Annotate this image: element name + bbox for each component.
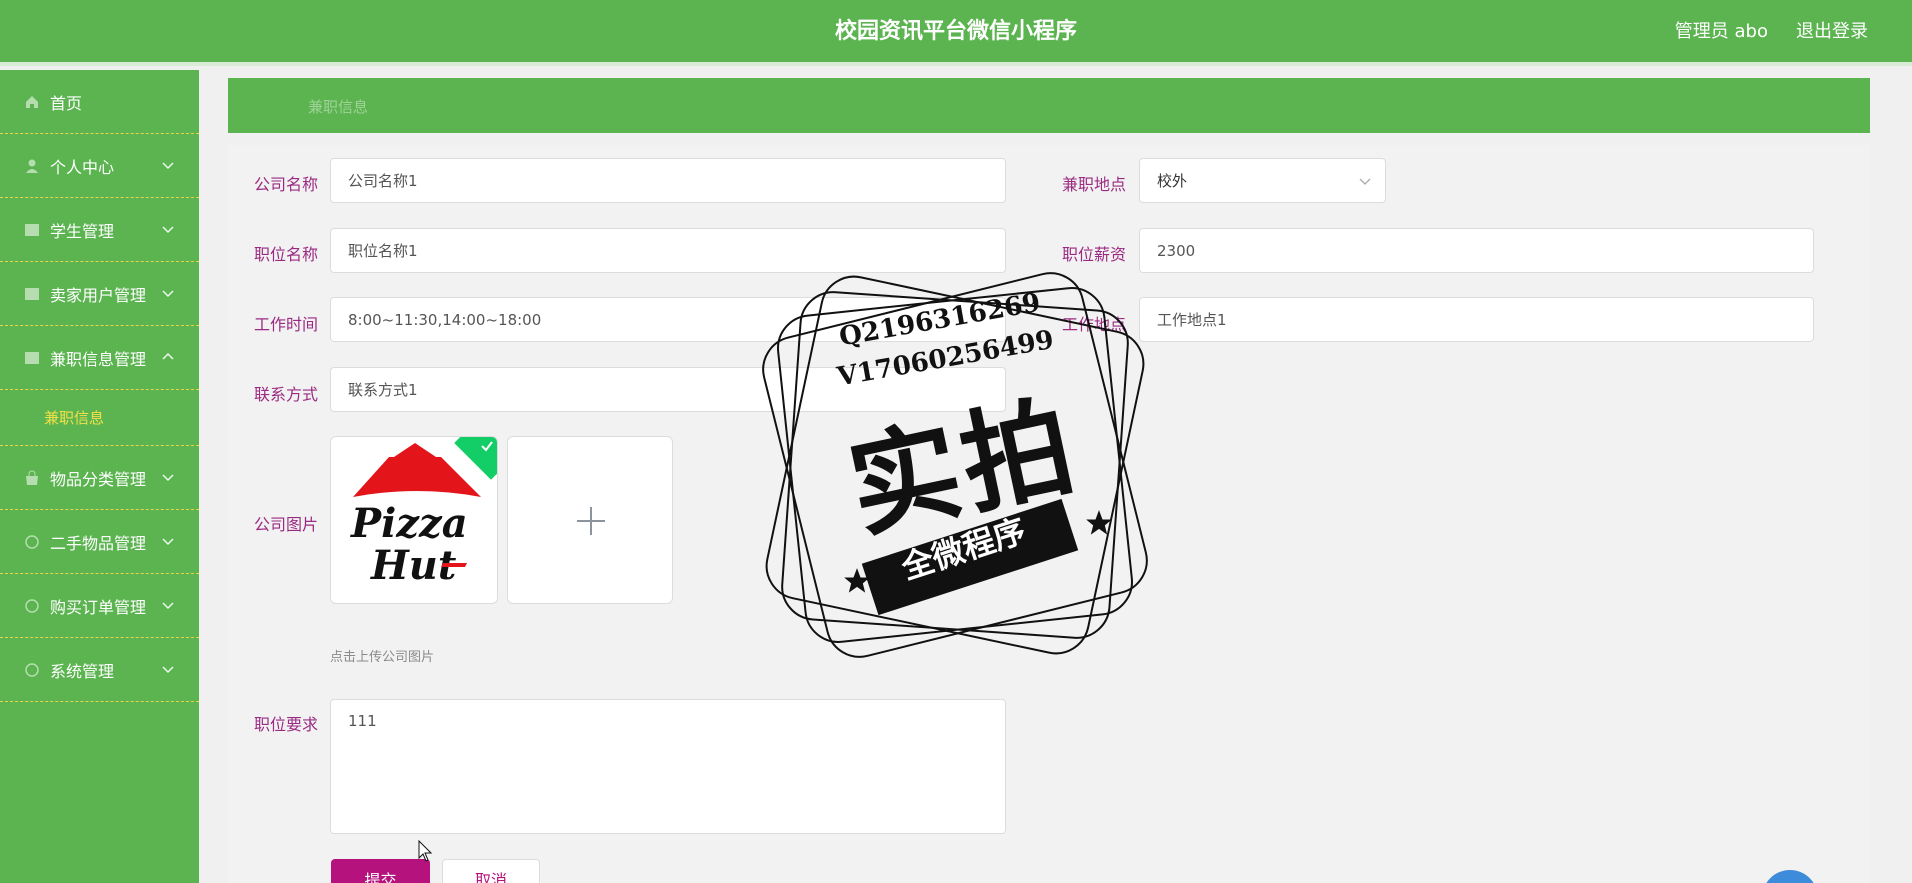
user-icon [24, 158, 40, 174]
work-time-input[interactable]: 8:00~11:30,14:00~18:00 [330, 297, 1006, 342]
chevron-down-icon [162, 474, 174, 482]
location-select[interactable]: 校外 [1139, 158, 1386, 203]
sidebar-item-sellers[interactable]: 卖家用户管理 [0, 262, 199, 326]
sidebar-item-home[interactable]: 首页 [0, 70, 199, 134]
location-selected-value: 校外 [1157, 172, 1188, 190]
salary-label: 职位薪资 [1062, 245, 1127, 264]
circle-icon [24, 534, 40, 550]
company-name-label: 公司名称 [254, 175, 319, 194]
grid-icon [24, 222, 40, 238]
position-name-label: 职位名称 [254, 245, 319, 264]
cancel-button[interactable]: 取消 [442, 859, 540, 883]
chevron-down-icon [162, 666, 174, 674]
sidebar-item-students[interactable]: 学生管理 [0, 198, 199, 262]
mouse-cursor-icon [418, 840, 432, 862]
salary-input[interactable]: 2300 [1139, 228, 1814, 273]
upload-hint: 点击上传公司图片 [330, 650, 435, 665]
sidebar-item-secondhand[interactable]: 二手物品管理 [0, 510, 199, 574]
sidebar-item-system[interactable]: 系统管理 [0, 638, 199, 702]
breadcrumb: 兼职信息 [228, 78, 1870, 133]
work-place-label: 工作地点 [1062, 315, 1127, 334]
sidebar-item-parttime[interactable]: 兼职信息管理 [0, 326, 199, 390]
current-user: 管理员 abo [1674, 21, 1768, 42]
sidebar-item-categories[interactable]: 物品分类管理 [0, 446, 199, 510]
company-image-label: 公司图片 [254, 515, 319, 534]
submit-button[interactable]: 提交 [331, 859, 430, 883]
chevron-up-icon [162, 352, 174, 360]
grid-icon [24, 350, 40, 366]
requirements-textarea[interactable]: 111 [330, 699, 1006, 834]
circle-icon [24, 598, 40, 614]
sidebar-item-label: 学生管理 [50, 221, 115, 241]
company-image-thumbnail[interactable]: Pizza Hut [330, 436, 498, 604]
home-icon [24, 94, 40, 110]
sidebar-subitem-parttime-info[interactable]: 兼职信息 [0, 390, 199, 446]
chevron-down-icon [162, 290, 174, 298]
chevron-down-icon [1359, 178, 1371, 185]
sidebar-item-label: 购买订单管理 [50, 597, 147, 617]
top-header: 校园资讯平台微信小程序 管理员 abo 退出登录 [0, 0, 1912, 66]
sidebar-item-orders[interactable]: 购买订单管理 [0, 574, 199, 638]
grid-icon [24, 286, 40, 302]
sidebar-item-personal-center[interactable]: 个人中心 [0, 134, 199, 198]
work-place-input[interactable]: 工作地点1 [1139, 297, 1814, 342]
chevron-down-icon [162, 162, 174, 170]
contact-input[interactable]: 联系方式1 [330, 367, 1006, 412]
check-icon [481, 441, 493, 452]
requirements-label: 职位要求 [254, 715, 319, 734]
company-name-input[interactable]: 公司名称1 [330, 158, 1006, 203]
sidebar-item-label: 兼职信息管理 [50, 349, 147, 369]
chevron-down-icon [162, 538, 174, 546]
circle-icon [24, 662, 40, 678]
sidebar-item-label: 二手物品管理 [50, 533, 147, 553]
contact-label: 联系方式 [254, 385, 319, 404]
chevron-down-icon [162, 602, 174, 610]
sidebar-item-label: 卖家用户管理 [50, 285, 147, 305]
position-name-input[interactable]: 职位名称1 [330, 228, 1006, 273]
sidebar-item-label: 首页 [50, 93, 83, 113]
plus-icon [577, 507, 605, 535]
logout-link[interactable]: 退出登录 [1796, 0, 1868, 64]
sidebar: 首页 个人中心 学生管理 卖家用户管理 兼职信息管理 兼职信息 物品分类管理 二… [0, 70, 199, 883]
chevron-down-icon [162, 226, 174, 234]
sidebar-item-label: 个人中心 [50, 157, 115, 177]
sidebar-item-label: 物品分类管理 [50, 469, 147, 489]
add-image-button[interactable] [507, 436, 673, 604]
work-time-label: 工作时间 [254, 315, 319, 334]
bag-icon [24, 470, 40, 486]
app-title: 校园资讯平台微信小程序 [834, 19, 1077, 44]
svg-text:Pizza: Pizza [350, 500, 468, 547]
breadcrumb-current[interactable]: 兼职信息 [308, 96, 368, 117]
sidebar-item-label: 系统管理 [50, 661, 115, 681]
location-label: 兼职地点 [1062, 175, 1127, 194]
